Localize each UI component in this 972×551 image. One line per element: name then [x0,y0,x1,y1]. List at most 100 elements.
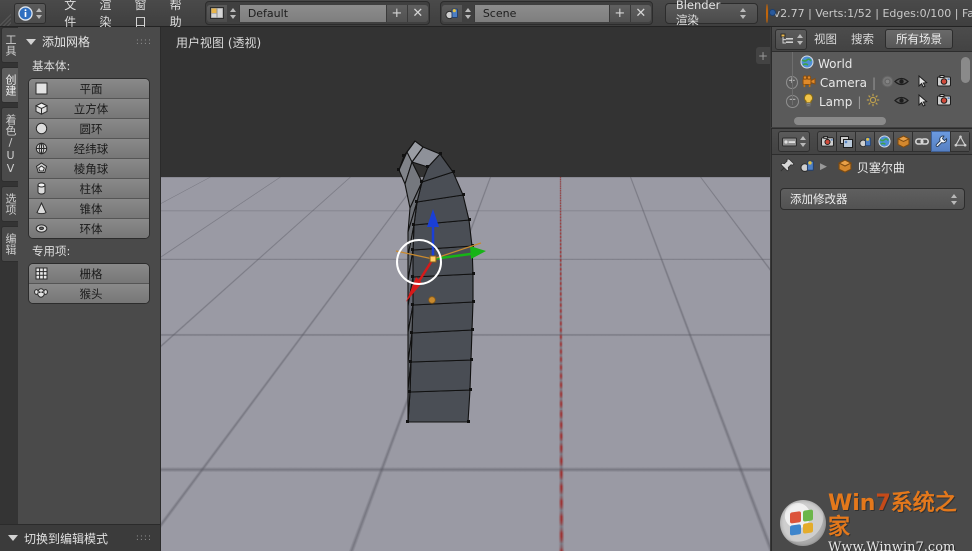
properties-icon [781,134,798,150]
editor-type-selector[interactable] [14,3,46,24]
collapse-triangle-icon[interactable] [8,535,18,541]
outliner-row-camera[interactable]: + Camera | [772,73,972,92]
svg-text:z: z [184,486,190,496]
add-modifier-dropdown[interactable]: 添加修改器 [780,188,965,210]
tab-create[interactable]: 创建 [1,67,19,103]
add-monkey-label: 猴头 [53,286,149,302]
screen-layout-value[interactable]: Default [239,5,386,22]
outliner-header: 视图 搜索 所有场景 [772,27,972,52]
restrict-view-icon[interactable] [894,76,909,90]
properties-tab-constraints[interactable] [912,131,931,152]
properties-tab-modifiers[interactable] [931,131,950,152]
outliner-editor-type-spinner[interactable] [796,32,804,47]
screen-layout-add-button[interactable]: + [386,5,407,22]
render-engine-value: Blender 渲染 [676,0,730,28]
restrict-select-icon[interactable] [918,94,928,110]
add-torus-button[interactable]: 环体 [29,219,149,238]
grid-icon [29,264,53,283]
scene-remove-button[interactable]: ✕ [630,5,651,22]
properties-tab-render[interactable] [817,131,836,152]
world-icon [800,55,814,72]
properties-editor-type-spinner[interactable] [799,134,807,149]
restrict-view-icon[interactable] [894,95,909,109]
screen-layout-selector[interactable]: Default + ✕ [205,1,430,25]
outliner-menu-view[interactable]: 视图 [807,31,844,47]
scene-add-button[interactable]: + [609,5,630,22]
object-data-icon[interactable] [800,159,815,176]
outliner-row-label: World [818,57,852,71]
toggle-edit-mode-label: 切换到编辑模式 [24,530,108,547]
screen-layout-spinner[interactable] [229,6,237,21]
add-monkey-button[interactable]: 猴头 [29,284,149,303]
blender-logo-icon [766,4,768,23]
svg-text:x: x [201,523,208,531]
add-grid-label: 栅格 [53,266,149,282]
scene-icon [442,5,462,22]
tab-shading-uv[interactable]: 着色/UV [1,107,19,182]
outliner-editor-type-selector[interactable] [775,29,807,50]
scene-value[interactable]: Scene [474,5,609,22]
toggle-edit-mode-panel[interactable]: 切换到编辑模式 :::: [0,524,160,551]
add-cube-button[interactable]: 立方体 [29,99,149,119]
lamp-object-icon [802,93,815,110]
svg-text:y: y [212,507,219,517]
scene-selector[interactable]: Scene + ✕ [440,1,653,25]
special-section-label: 专用项: [18,239,160,263]
pin-icon[interactable] [780,158,795,176]
outliner-display-mode[interactable]: 所有场景 [885,29,953,49]
add-cone-button[interactable]: 锥体 [29,199,149,219]
properties-tab-scene[interactable] [855,131,874,152]
add-circle-button[interactable]: 圆环 [29,119,149,139]
restrict-render-icon[interactable] [937,94,951,109]
editor-type-spinner[interactable] [35,6,43,21]
add-icosphere-button[interactable]: 棱角球 [29,159,149,179]
3d-viewport[interactable]: z y x 用户视图 (透视) + (1) 贝塞尔曲 [160,27,770,551]
properties-editor[interactable]: ▶ 贝塞尔曲 添加修改器 [771,128,972,551]
collapse-triangle-icon[interactable] [26,39,36,45]
3d-cursor-icon [634,430,660,456]
info-editor-icon [17,5,34,21]
viewport-object-label: (1) 贝塞尔曲 [226,523,295,540]
tree-connector [792,52,793,105]
outliner-row-world[interactable]: World [772,54,972,73]
tab-options[interactable]: 选项 [1,186,19,222]
outliner-menu-search[interactable]: 搜索 [844,31,881,47]
gizmo-rotation-circle[interactable] [396,239,442,285]
tab-tools[interactable]: 工具 [1,27,19,63]
scene-spinner[interactable] [464,6,472,21]
properties-tab-data[interactable] [950,131,969,152]
outliner-row-lamp[interactable]: + Lamp | [772,92,972,111]
outliner-vertical-scrollbar[interactable] [961,57,970,83]
add-modifier-spinner[interactable] [950,192,958,207]
add-plane-button[interactable]: 平面 [29,79,149,99]
add-cube-label: 立方体 [53,101,149,117]
lamp-data-icon[interactable] [866,93,880,110]
properties-tab-object[interactable] [893,131,912,152]
torus-icon [29,219,53,238]
render-engine-spinner[interactable] [739,6,745,21]
watermark: Win7系统之家 Www.Winwin7.com [780,497,970,549]
tool-shelf-tabs: 工具 创建 着色/UV 选项 编辑 [0,27,18,551]
properties-tab-render-layers[interactable] [836,131,855,152]
outliner-horizontal-scrollbar[interactable] [794,117,886,125]
render-engine-selector[interactable]: Blender 渲染 [665,3,758,24]
outliner-row-label: Camera [820,76,867,90]
add-cylinder-button[interactable]: 柱体 [29,179,149,199]
camera-data-icon[interactable] [881,75,894,91]
screen-layout-remove-button[interactable]: ✕ [407,5,428,22]
screen-layout-icon [207,5,227,22]
add-mesh-panel-header[interactable]: 添加网格 :::: [18,27,160,54]
viewport-header: 用户视图 (透视) [160,27,770,53]
primitives-button-stack: 平面 立方体 圆环 [28,78,150,239]
properties-editor-type-selector[interactable] [778,131,810,152]
outliner-editor[interactable]: 视图 搜索 所有场景 World + [771,27,972,127]
windows-logo-icon [780,500,826,546]
restrict-select-icon[interactable] [918,75,928,91]
restrict-render-icon[interactable] [937,75,951,90]
add-torus-label: 环体 [53,221,149,237]
tab-edit[interactable]: 编辑 [1,226,19,262]
tool-shelf: 工具 创建 着色/UV 选项 编辑 添加网格 :::: 基本体: 平面 [0,27,161,551]
add-grid-button[interactable]: 栅格 [29,264,149,284]
properties-tab-world[interactable] [874,131,893,152]
add-uvsphere-button[interactable]: 经纬球 [29,139,149,159]
